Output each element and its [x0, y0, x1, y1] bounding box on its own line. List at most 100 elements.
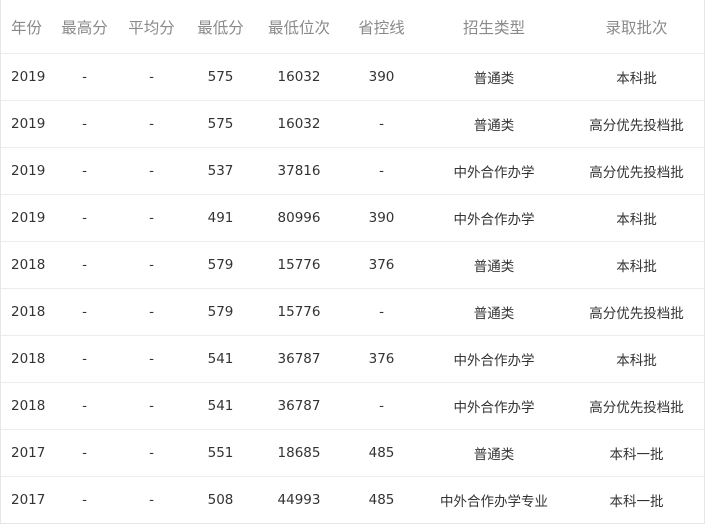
cell-enroll-type: 普通类 — [419, 241, 569, 289]
header-control-line: 省控线 — [344, 0, 419, 54]
header-min-rank: 最低位次 — [254, 0, 344, 54]
cell-min-score: 508 — [207, 492, 234, 508]
cell-min-rank: 15776 — [254, 288, 344, 336]
cell-batch: 本科批 — [569, 194, 704, 242]
cell-control-line: 485 — [368, 492, 395, 508]
cell-max-score: - — [53, 241, 116, 289]
table-header: 年份 最高分 平均分 最低分 最低位次 省控线 招生类型 录取批次 — [1, 0, 704, 54]
cell-max-score: - — [82, 492, 87, 508]
cell-control-line: 485 — [344, 429, 419, 477]
cell-min-rank: 80996 — [254, 194, 344, 242]
cell-batch: 本科一批 — [609, 494, 664, 510]
cell-enroll-type: 普通类 — [419, 100, 569, 148]
cell-avg-score: - — [116, 382, 187, 430]
cell-avg-score: - — [116, 335, 187, 383]
cell-min-rank: 16032 — [254, 100, 344, 148]
cell-enroll-type: 中外合作办学专业 — [440, 494, 548, 510]
cell-control-line: - — [344, 288, 419, 336]
table-row: 2017 - - 508 44993 485 中外合作办学专业 本科一批 — [1, 477, 704, 524]
cell-control-line: 390 — [344, 53, 419, 101]
score-table-container: 年份 最高分 平均分 最低分 最低位次 省控线 招生类型 录取批次 2019- -… — [0, 0, 705, 524]
table-body: 2019- -575 16032 390 普通类 本科批 2019- -575 16032- 普通… — [1, 53, 704, 524]
cell-min-score: 579 — [187, 288, 254, 336]
cell-year: 2018 — [1, 335, 53, 383]
cell-max-score: - — [53, 335, 116, 383]
table-row: 2019- -491 80996 390 中外合作办学 本科批 — [1, 194, 704, 242]
cell-min-score: 541 — [187, 382, 254, 430]
cell-enroll-type: 中外合作办学 — [419, 335, 569, 383]
cell-year: 2019 — [1, 147, 53, 195]
cell-max-score: - — [53, 194, 116, 242]
table-row: 2019- -575 16032- 普通类 高分优先投档批 — [1, 100, 704, 148]
header-year: 年份 — [1, 0, 53, 54]
cell-avg-score: - — [116, 288, 187, 336]
table-row: 2018- -579 15776- 普通类 高分优先投档批 — [1, 288, 704, 336]
cell-min-score: 491 — [187, 194, 254, 242]
cell-batch: 高分优先投档批 — [569, 288, 704, 336]
cell-enroll-type: 中外合作办学 — [419, 147, 569, 195]
cell-batch: 本科批 — [569, 53, 704, 101]
cell-batch: 高分优先投档批 — [569, 382, 704, 430]
cell-batch: 本科一批 — [569, 429, 704, 477]
cell-year: 2019 — [1, 53, 53, 101]
cell-max-score: - — [53, 53, 116, 101]
cell-control-line: 376 — [344, 241, 419, 289]
cell-avg-score: - — [116, 194, 187, 242]
table-row: 2019- -575 16032 390 普通类 本科批 — [1, 53, 704, 101]
header-enroll-type: 招生类型 — [419, 0, 569, 54]
cell-min-rank: 16032 — [254, 53, 344, 101]
header-avg-score: 平均分 — [116, 0, 187, 54]
cell-avg-score: - — [116, 53, 187, 101]
cell-year: 2018 — [1, 382, 53, 430]
table-row: 2019- -537 37816- 中外合作办学 高分优先投档批 — [1, 147, 704, 195]
cell-enroll-type: 中外合作办学 — [419, 382, 569, 430]
cell-max-score: - — [53, 100, 116, 148]
cell-min-score: 575 — [187, 100, 254, 148]
cell-year: 2018 — [1, 288, 53, 336]
cell-enroll-type: 普通类 — [419, 429, 569, 477]
cell-min-rank: 36787 — [254, 335, 344, 383]
cell-max-score: - — [53, 288, 116, 336]
cell-control-line: - — [344, 382, 419, 430]
cell-min-rank: 36787 — [254, 382, 344, 430]
cell-enroll-type: 普通类 — [419, 53, 569, 101]
cell-avg-score: - — [116, 147, 187, 195]
cell-min-score: 551 — [187, 429, 254, 477]
cell-avg-score: - — [116, 429, 187, 477]
cell-control-line: 376 — [344, 335, 419, 383]
cell-max-score: - — [53, 147, 116, 195]
cell-min-score: 575 — [187, 53, 254, 101]
header-max-score: 最高分 — [53, 0, 116, 54]
cell-min-score: 541 — [187, 335, 254, 383]
cell-year: 2019 — [1, 100, 53, 148]
cell-batch: 本科批 — [569, 335, 704, 383]
cell-year: 2018 — [1, 241, 53, 289]
table-row: 2017- -551 18685 485 普通类 本科一批 — [1, 429, 704, 477]
cell-control-line: - — [344, 147, 419, 195]
cell-min-rank: 37816 — [254, 147, 344, 195]
cell-control-line: 390 — [344, 194, 419, 242]
cell-year: 2017 — [1, 429, 53, 477]
cell-enroll-type: 普通类 — [419, 288, 569, 336]
cell-year: 2017 — [11, 492, 46, 508]
cell-min-score: 579 — [187, 241, 254, 289]
cell-min-score: 537 — [187, 147, 254, 195]
cell-avg-score: - — [116, 100, 187, 148]
header-min-score: 最低分 — [187, 0, 254, 54]
cell-max-score: - — [53, 429, 116, 477]
cell-min-rank: 18685 — [254, 429, 344, 477]
table-row: 2018- -541 36787- 中外合作办学 高分优先投档批 — [1, 382, 704, 430]
header-row: 年份 最高分 平均分 最低分 最低位次 省控线 招生类型 录取批次 — [1, 0, 704, 54]
cell-avg-score: - — [149, 492, 154, 508]
cell-year: 2019 — [1, 194, 53, 242]
cell-avg-score: - — [116, 241, 187, 289]
cell-enroll-type: 中外合作办学 — [419, 194, 569, 242]
table-row: 2018- -579 15776 376 普通类 本科批 — [1, 241, 704, 289]
cell-min-rank: 44993 — [277, 492, 321, 508]
table-row: 2018- -541 36787 376 中外合作办学 本科批 — [1, 335, 704, 383]
cell-batch: 高分优先投档批 — [569, 100, 704, 148]
cell-max-score: - — [53, 382, 116, 430]
cell-batch: 高分优先投档批 — [569, 147, 704, 195]
cell-min-rank: 15776 — [254, 241, 344, 289]
cell-control-line: - — [344, 100, 419, 148]
